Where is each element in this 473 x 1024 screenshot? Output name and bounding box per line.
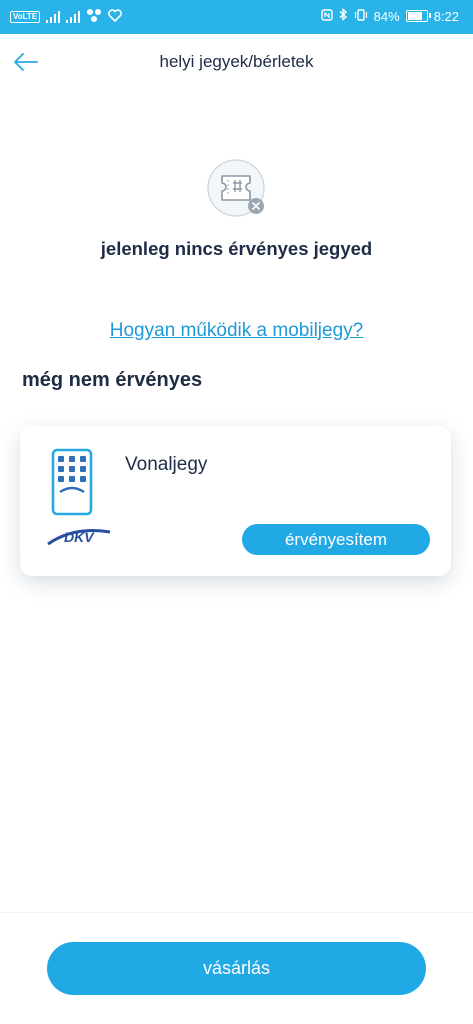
- help-link[interactable]: Hogyan működik a mobiljegy?: [0, 320, 473, 342]
- bottom-divider: [0, 912, 473, 913]
- battery-icon: [405, 10, 431, 22]
- vibrate-icon: [354, 8, 368, 24]
- ticket-cancel-icon: [206, 158, 270, 222]
- buy-button[interactable]: vásárlás: [47, 942, 426, 995]
- signal-icon: [46, 10, 61, 23]
- mobile-ticket-icon: [50, 448, 96, 518]
- volte-badge: VoLTE: [10, 10, 41, 23]
- signal-icon-2: [66, 10, 81, 23]
- page-title: helyi jegyek/bérletek: [159, 52, 314, 71]
- app-header: helyi jegyek/bérletek: [0, 34, 473, 90]
- dkv-logo-text: DKV: [64, 529, 95, 545]
- status-bar: VoLTE 84% 8:22: [0, 0, 473, 34]
- ticket-name: Vonaljegy: [125, 454, 208, 475]
- dkv-logo: DKV: [44, 522, 114, 550]
- notification-icon: [86, 8, 102, 25]
- ticket-card[interactable]: Vonaljegy DKV érvényesítem: [20, 426, 451, 576]
- nfc-icon: [320, 8, 333, 24]
- status-left: VoLTE: [10, 8, 123, 25]
- empty-state-message: jelenleg nincs érvényes jegyed: [100, 238, 373, 259]
- validate-button[interactable]: érvényesítem: [242, 524, 430, 555]
- heart-icon: [108, 8, 123, 25]
- section-title: még nem érvényes: [22, 369, 203, 391]
- bluetooth-icon: [339, 8, 348, 24]
- status-right: 84% 8:22: [320, 8, 459, 24]
- clock: 8:22: [433, 8, 459, 24]
- battery-percent: 84%: [373, 8, 400, 24]
